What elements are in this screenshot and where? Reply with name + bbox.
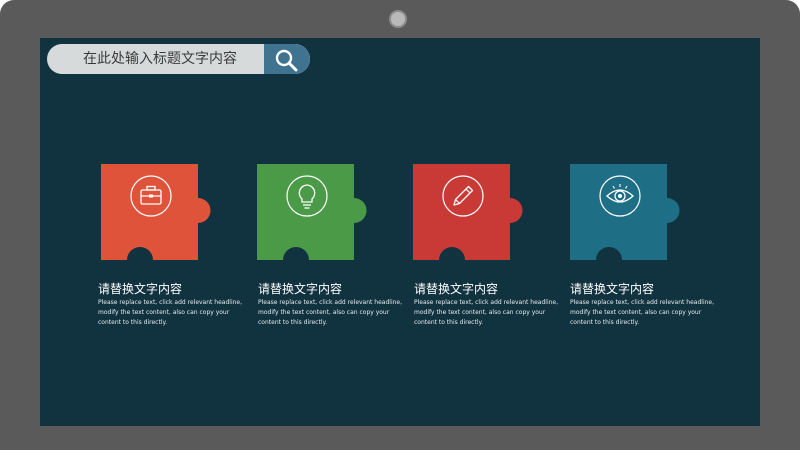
laptop-base — [0, 426, 800, 450]
card-body: Please replace text, click add relevant … — [258, 299, 403, 326]
camera-dot — [389, 10, 407, 28]
card-body: Please replace text, click add relevant … — [98, 299, 243, 326]
pencil-icon — [441, 174, 485, 218]
caption-3: 请替换文字内容 Please replace text, click add r… — [414, 282, 574, 328]
card-title: 请替换文字内容 — [570, 282, 655, 296]
puzzle-piece-1 — [101, 164, 251, 264]
eye-icon — [598, 174, 642, 218]
caption-4: 请替换文字内容 Please replace text, click add r… — [570, 282, 730, 328]
card-title: 请替换文字内容 — [98, 282, 183, 296]
search-input[interactable]: 在此处输入标题文字内容 — [83, 44, 237, 74]
briefcase-icon — [129, 174, 173, 218]
laptop-frame: 在此处输入标题文字内容 请替换文字内容 Please replace text,… — [0, 0, 800, 450]
search-button[interactable] — [264, 44, 310, 74]
puzzle-piece-4 — [570, 164, 720, 264]
card-body: Please replace text, click add relevant … — [414, 299, 559, 326]
search-bar[interactable]: 在此处输入标题文字内容 — [47, 44, 310, 74]
card-title: 请替换文字内容 — [414, 282, 499, 296]
card-body: Please replace text, click add relevant … — [570, 299, 715, 326]
puzzle-piece-3 — [413, 164, 563, 264]
caption-1: 请替换文字内容 Please replace text, click add r… — [98, 282, 258, 328]
puzzle-piece-2 — [257, 164, 407, 264]
search-icon — [275, 49, 298, 72]
caption-2: 请替换文字内容 Please replace text, click add r… — [258, 282, 418, 328]
lightbulb-icon — [285, 174, 329, 218]
screen: 在此处输入标题文字内容 请替换文字内容 Please replace text,… — [40, 38, 760, 426]
card-title: 请替换文字内容 — [258, 282, 343, 296]
